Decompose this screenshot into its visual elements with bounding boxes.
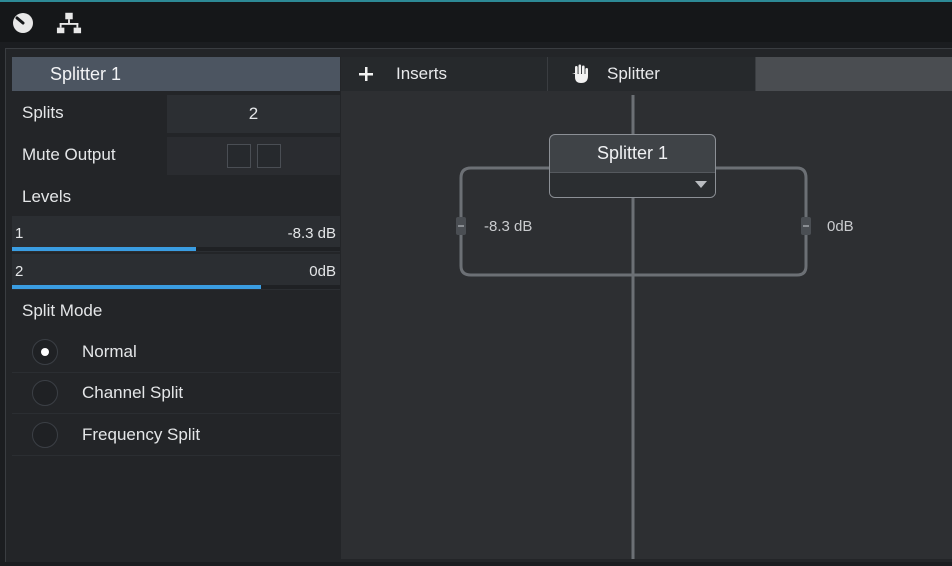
plus-icon [357, 65, 375, 83]
mute-output-2-checkbox[interactable] [256, 144, 281, 168]
level-2-db: 0dB [309, 263, 336, 280]
level-2-slider[interactable]: 2 0dB [12, 254, 340, 290]
mute-output-label: Mute Output [22, 145, 116, 164]
level-1-track [12, 247, 340, 251]
mode-normal-radio[interactable] [32, 339, 58, 365]
mode-frequency-split-radio[interactable] [32, 422, 58, 448]
splits-value-text: 2 [248, 104, 259, 123]
right-branch-level: 0dB [827, 218, 854, 235]
panel-title-text: Splitter 1 [50, 63, 122, 84]
mute-output-row: Mute Output [12, 135, 340, 175]
level-1-slider[interactable]: 1 -8.3 dB [12, 216, 340, 252]
mode-normal-label: Normal [82, 342, 137, 361]
splits-value[interactable]: 2 [167, 95, 340, 133]
level-1-db: -8.3 dB [287, 225, 336, 242]
level-2-track [12, 285, 340, 289]
splitter-settings-panel: Splits 2 Mute Output Levels 1 -8.3 dB 2 … [12, 91, 340, 559]
splitter-node-dropdown[interactable] [550, 172, 715, 197]
tab-inserts[interactable]: Inserts [341, 57, 548, 91]
mute-output-buttons [167, 137, 340, 175]
mute-output-1-checkbox[interactable] [226, 144, 251, 168]
split-mode-row: Split Mode [12, 291, 340, 331]
level-1-fill [12, 247, 196, 251]
mode-normal-option[interactable]: Normal [12, 332, 340, 373]
splits-row: Splits 2 [12, 93, 340, 133]
panel-title: Splitter 1 [12, 57, 340, 91]
mode-channel-split-label: Channel Split [82, 383, 184, 402]
splitter-node-title: Splitter 1 [596, 143, 669, 163]
top-toolbar [0, 0, 952, 42]
view-tabs: Inserts Splitter [341, 57, 952, 91]
mode-frequency-split-option[interactable]: Frequency Split [12, 415, 340, 456]
chevron-down-icon [695, 181, 707, 188]
mode-frequency-split-label: Frequency Split [82, 425, 201, 444]
tab-splitter[interactable]: Splitter [548, 57, 756, 91]
levels-label: Levels [22, 187, 72, 206]
tab-splitter-label: Splitter [607, 64, 660, 83]
tab-empty-area [756, 57, 952, 91]
routing-canvas: Splitter 1 -8.3 dB 0dB [341, 91, 952, 559]
mode-channel-split-radio[interactable] [32, 380, 58, 406]
levels-row: Levels [12, 177, 340, 217]
splits-label: Splits [22, 103, 64, 122]
level-2-channel: 2 [15, 263, 24, 280]
level-2-fill [12, 285, 262, 289]
right-branch-fader[interactable] [801, 217, 811, 235]
split-mode-label: Split Mode [22, 301, 103, 320]
left-branch-level: -8.3 dB [484, 218, 533, 235]
mode-channel-split-option[interactable]: Channel Split [12, 373, 340, 414]
level-1-channel: 1 [15, 225, 24, 242]
gauge-icon[interactable] [10, 10, 36, 36]
hand-icon [570, 63, 592, 85]
routing-icon[interactable] [56, 10, 82, 36]
left-branch-fader[interactable] [456, 217, 466, 235]
splitter-node[interactable]: Splitter 1 [549, 134, 716, 198]
tab-inserts-label: Inserts [396, 64, 448, 83]
